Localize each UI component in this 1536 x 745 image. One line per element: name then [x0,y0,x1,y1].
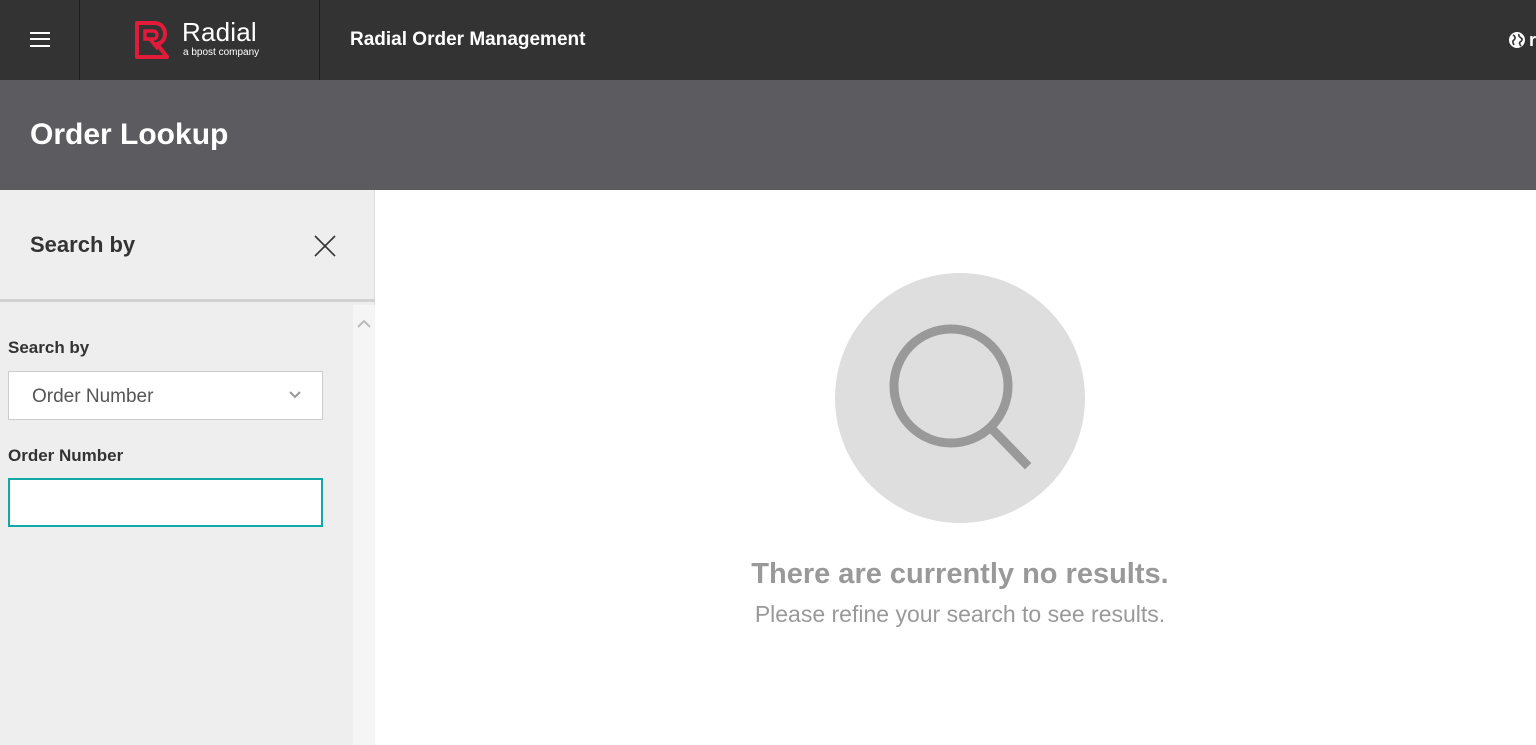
brand-name: Radial [182,17,257,47]
search-by-selected-value: Order Number [32,386,154,407]
brand-tagline: a bpost company [183,47,260,58]
sidebar-header: Search by [0,190,375,302]
empty-state-title: There are currently no results. [751,558,1169,590]
search-by-select[interactable]: Order Number [8,371,323,420]
language-selector-label[interactable]: r [1529,30,1536,51]
top-navbar: Radial a bpost company Radial Order Mana… [0,0,1536,80]
order-number-label: Order Number [8,446,124,465]
empty-state-illustration [835,273,1085,523]
page-header: Order Lookup [0,80,1536,190]
radial-logo-icon [135,21,169,59]
chevron-down-icon [289,391,301,399]
close-icon[interactable] [313,234,337,258]
search-sidebar: Search by Search by Order Number Order N… [0,190,375,745]
empty-state-subtitle: Please refine your search to see results… [754,601,1166,627]
search-by-label: Search by [8,338,90,357]
sidebar-title: Search by [30,232,136,257]
chevron-up-icon[interactable] [357,319,371,329]
globe-icon[interactable] [1508,31,1526,49]
hamburger-menu-button[interactable] [0,0,80,80]
order-number-input[interactable] [8,478,323,527]
brand-logo[interactable]: Radial a bpost company [80,0,320,80]
magnifier-icon [889,324,1032,470]
app-title: Radial Order Management [350,29,586,50]
page-title: Order Lookup [30,118,229,151]
hamburger-menu-icon [30,32,50,34]
sidebar-scrollbar[interactable] [353,305,375,745]
